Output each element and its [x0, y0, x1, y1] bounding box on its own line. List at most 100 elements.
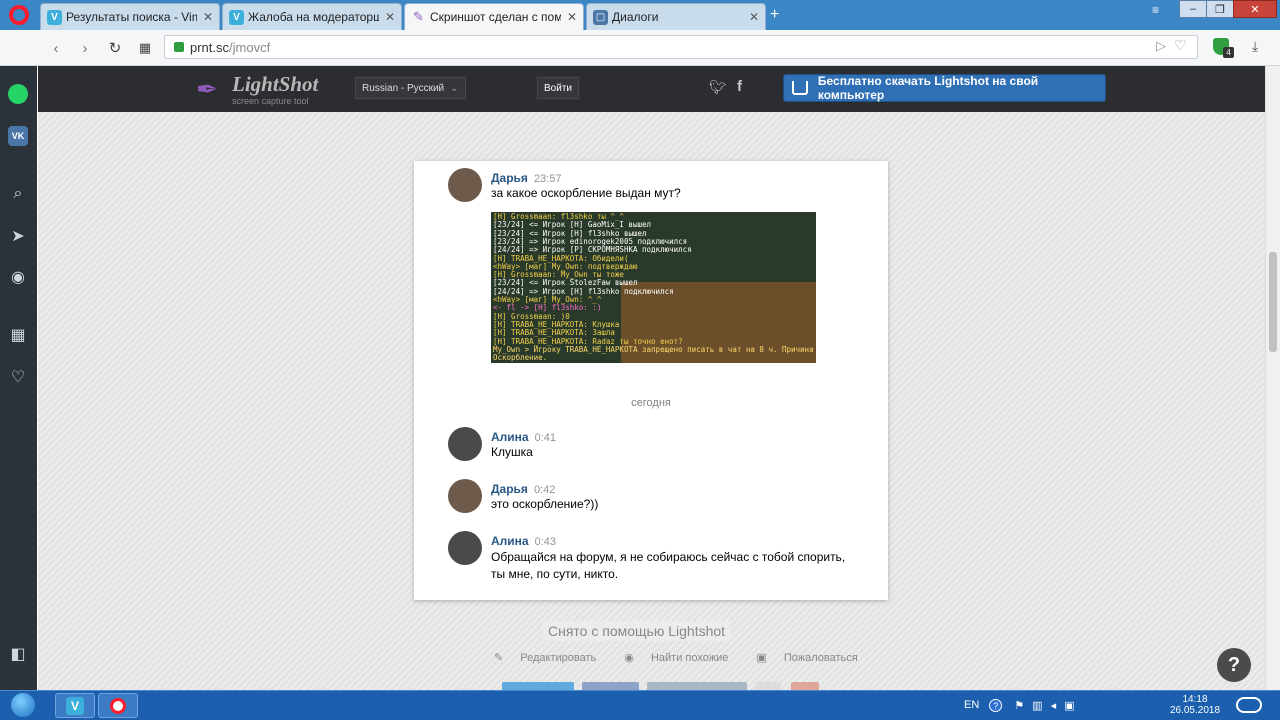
message-time: 0:41 [534, 432, 557, 444]
windows-logo-icon [11, 693, 35, 717]
speed-dial-icon[interactable]: ▦ [7, 324, 29, 346]
chat-screenshot-image[interactable]: [Н] Grossmaan: fl3shko ты ^_^ [23/24] <= … [491, 212, 816, 363]
tab-dialogs[interactable]: ▢ Диалоги ✕ [586, 3, 766, 30]
shield-tray-icon[interactable]: ▣ [1064, 699, 1074, 712]
report-link[interactable]: ▣ Пожаловаться [756, 651, 871, 664]
clock-time: 14:18 [1182, 694, 1208, 705]
forward-icon[interactable]: › [75, 38, 95, 58]
weather-cloud-icon[interactable] [1236, 697, 1262, 713]
scrollbar-thumb[interactable] [1269, 252, 1277, 352]
start-button[interactable] [6, 690, 40, 720]
message-time: 0:43 [534, 536, 557, 548]
whatsapp-icon[interactable] [7, 83, 29, 105]
clock[interactable]: 14:18 26.05.2018 [1165, 694, 1225, 716]
language-select[interactable]: Russian - Русский ⌄ [355, 77, 466, 99]
close-tab-icon[interactable]: ✕ [567, 10, 577, 24]
edit-link[interactable]: ✎ Редактировать [494, 651, 610, 664]
new-tab-icon[interactable]: + [770, 6, 779, 24]
minimize-button[interactable]: – [1179, 0, 1207, 18]
avatar[interactable] [448, 531, 482, 565]
screenshot-actions: ✎ Редактировать ◉ Найти похожие ▣ Пожало… [494, 651, 886, 664]
message-text: Клушка [491, 445, 533, 459]
help-tray-icon[interactable]: ? [989, 698, 1003, 712]
find-similar-link[interactable]: ◉ Найти похожие [624, 651, 742, 664]
clock-date: 26.05.2018 [1169, 705, 1221, 716]
message-header: Дарья 0:42 [491, 482, 555, 496]
chat-favicon-icon: ▢ [593, 9, 608, 25]
close-tab-icon[interactable]: ✕ [749, 10, 759, 24]
pencil-icon: ✎ [494, 652, 504, 664]
vime-icon: V [66, 696, 84, 715]
avatar[interactable] [448, 427, 482, 461]
avatar[interactable] [448, 479, 482, 513]
volume-tray-icon[interactable]: ◂ [1051, 699, 1057, 712]
sender-name[interactable]: Алина [491, 430, 529, 444]
flag-tray-icon[interactable]: ⚑ [1014, 699, 1024, 712]
tab-menu-icon[interactable]: ≡ [1152, 3, 1159, 17]
send-icon[interactable]: ➤ [7, 225, 29, 247]
message-text: ты мне, по сути, никто. [491, 567, 619, 581]
message-text: это оскорбление?)) [491, 497, 599, 511]
heart-icon[interactable]: ♡ [7, 366, 29, 388]
lock-icon [174, 42, 184, 52]
feather-icon: ✒ [196, 74, 218, 104]
vk-icon[interactable]: VK [7, 125, 29, 147]
search-icon[interactable]: ⌕ [7, 183, 29, 205]
flag-icon: ▣ [756, 652, 767, 664]
message-header: Алина 0:43 [491, 534, 556, 548]
chat-log-line: Оскорбление. [493, 353, 548, 363]
opera-logo[interactable] [9, 5, 29, 25]
find-similar-label: Найти похожие [650, 652, 729, 664]
google-plus-button[interactable] [791, 682, 819, 690]
tab-title: Скриншот сделан с помо [430, 10, 561, 24]
speed-dial-icon[interactable]: ▦ [135, 38, 155, 58]
camera-icon[interactable]: ◉ [7, 266, 29, 288]
close-tab-icon[interactable]: ✕ [203, 10, 213, 24]
tab-vime-search[interactable]: V Результаты поиска - Vime ✕ [40, 3, 220, 30]
vk-like-button[interactable] [647, 682, 747, 690]
edit-label: Редактировать [520, 652, 597, 664]
logo-title: LightShot [232, 72, 319, 96]
message-header: Алина 0:41 [491, 430, 556, 444]
network-tray-icon[interactable]: ▥ [1032, 699, 1042, 712]
lightshot-logo[interactable]: ✒ LightShot screen capture tool [196, 72, 326, 108]
twitter-share-button[interactable] [502, 682, 574, 690]
send-icon[interactable]: ▷ [1156, 38, 1166, 54]
sender-name[interactable]: Дарья [491, 171, 528, 185]
extension-badge: 4 [1223, 47, 1234, 58]
reload-icon[interactable]: ↻ [105, 38, 125, 58]
address-bar[interactable]: prnt.sc /jmovcf [164, 35, 1198, 59]
input-language[interactable]: EN [964, 699, 979, 711]
chevron-down-icon: ⌄ [450, 82, 459, 94]
logo-subtitle: screen capture tool [232, 96, 309, 106]
maximize-button[interactable]: ❐ [1206, 0, 1234, 18]
close-window-button[interactable]: ✕ [1233, 0, 1277, 18]
tab-title: Диалоги [612, 10, 659, 24]
download-lightshot-button[interactable]: Бесплатно скачать Lightshot на свой комп… [783, 74, 1106, 102]
back-icon[interactable]: ‹ [46, 38, 66, 58]
scrollbar[interactable] [1265, 66, 1280, 690]
opera-icon [110, 697, 126, 714]
download-icon[interactable]: ⤓ [1252, 38, 1258, 55]
taskbar-app-opera[interactable] [98, 693, 138, 718]
close-tab-icon[interactable]: ✕ [385, 10, 395, 24]
avatar[interactable] [448, 168, 482, 202]
tab-complaint[interactable]: V Жалоба на модераторшу ✕ [222, 3, 402, 30]
camera-icon: ◉ [624, 652, 634, 664]
plus-one-button[interactable] [755, 682, 781, 690]
facebook-icon[interactable]: f [737, 78, 742, 95]
twitter-icon[interactable]: 🐦︎ [709, 79, 727, 96]
tab-lightshot[interactable]: ✎ Скриншот сделан с помо ✕ [404, 3, 584, 30]
help-button[interactable]: ? [1217, 648, 1251, 682]
url-host: prnt.sc [190, 39, 230, 55]
sender-name[interactable]: Алина [491, 534, 529, 548]
bookmark-heart-icon[interactable]: ♡ [1174, 37, 1187, 54]
facebook-like-button[interactable] [582, 682, 639, 690]
taskbar-app-vime[interactable]: V [55, 693, 95, 718]
login-button[interactable]: Войти [537, 77, 579, 99]
sidebar-toggle-icon[interactable]: ◧ [7, 643, 29, 665]
tab-title: Результаты поиска - Vime [66, 10, 197, 24]
date-separator: сегодня [631, 397, 671, 409]
sender-name[interactable]: Дарья [491, 482, 528, 496]
feather-favicon-icon: ✎ [413, 9, 424, 24]
